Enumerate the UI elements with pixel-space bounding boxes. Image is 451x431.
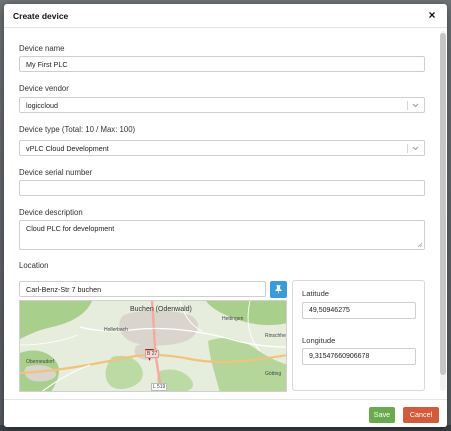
latitude-label: Latitude xyxy=(302,289,330,298)
map-label-gottingen: Götting xyxy=(265,371,282,377)
map-label-hettingen: Hettingen xyxy=(222,316,244,322)
map-tiles xyxy=(20,301,286,391)
description-label: Device description xyxy=(19,208,83,217)
map-label-b27: B 27 xyxy=(145,350,160,358)
map-label-rinschheim: Rinschhe xyxy=(265,333,286,339)
device-name-input[interactable]: My First PLC xyxy=(19,56,425,72)
locate-button[interactable] xyxy=(270,281,287,298)
device-type-value: vPLC Cloud Development xyxy=(26,144,109,153)
description-value: Cloud PLC for development xyxy=(26,224,115,233)
scrollbar[interactable] xyxy=(440,31,446,391)
device-name-value: My First PLC xyxy=(26,60,68,69)
description-textarea[interactable]: Cloud PLC for development xyxy=(19,220,425,250)
select-separator xyxy=(407,101,408,110)
chevron-down-icon[interactable] xyxy=(411,143,420,153)
device-type-label: Device type (Total: 10 / Max: 100) xyxy=(19,125,136,134)
device-vendor-value: logiccloud xyxy=(26,101,58,110)
dialog-title: Create device xyxy=(13,11,69,21)
address-value: Carl-Benz-Str 7 buchen xyxy=(26,285,102,294)
device-vendor-label: Device vendor xyxy=(19,84,69,93)
cancel-button[interactable]: Cancel xyxy=(403,407,439,423)
longitude-label: Longitude xyxy=(302,336,336,345)
location-map[interactable]: Buchen (Odenwald) Hollerbach Hettingen R… xyxy=(19,300,287,392)
dialog-body: Device name My First PLC Device vendor l… xyxy=(4,28,447,399)
create-device-dialog: Create device × Device name My First PLC… xyxy=(4,4,447,427)
location-label: Location xyxy=(19,261,49,270)
map-label-hollerbach: Hollerbach xyxy=(104,327,128,333)
dialog-footer: Save Cancel xyxy=(4,399,447,427)
longitude-input[interactable]: 9,31547660906678 xyxy=(302,348,416,365)
device-name-label: Device name xyxy=(19,44,65,53)
select-separator xyxy=(407,144,408,153)
close-icon[interactable]: × xyxy=(425,8,439,22)
serial-number-label: Device serial number xyxy=(19,168,93,177)
save-button[interactable]: Save xyxy=(369,407,395,423)
device-type-select[interactable]: vPLC Cloud Development xyxy=(19,140,425,156)
map-label-oberneudorf: Oberneudorf xyxy=(26,359,55,365)
resize-grip-icon[interactable] xyxy=(417,242,423,248)
longitude-value: 9,31547660906678 xyxy=(309,353,370,360)
pin-icon xyxy=(275,285,282,295)
coordinates-panel: Latitude 49,50946275 Longitude 9,3154766… xyxy=(292,280,425,391)
map-label-l519: L 519 xyxy=(151,383,168,391)
dialog-header: Create device × xyxy=(4,4,447,28)
chevron-down-icon[interactable] xyxy=(411,100,420,110)
latitude-value: 49,50946275 xyxy=(309,307,350,314)
address-input[interactable]: Carl-Benz-Str 7 buchen xyxy=(19,281,266,297)
latitude-input[interactable]: 49,50946275 xyxy=(302,302,416,319)
map-label-town: Buchen (Odenwald) xyxy=(130,306,192,313)
device-vendor-select[interactable]: logiccloud xyxy=(19,97,425,113)
scrollbar-thumb[interactable] xyxy=(440,33,446,375)
serial-number-input[interactable] xyxy=(19,180,425,196)
